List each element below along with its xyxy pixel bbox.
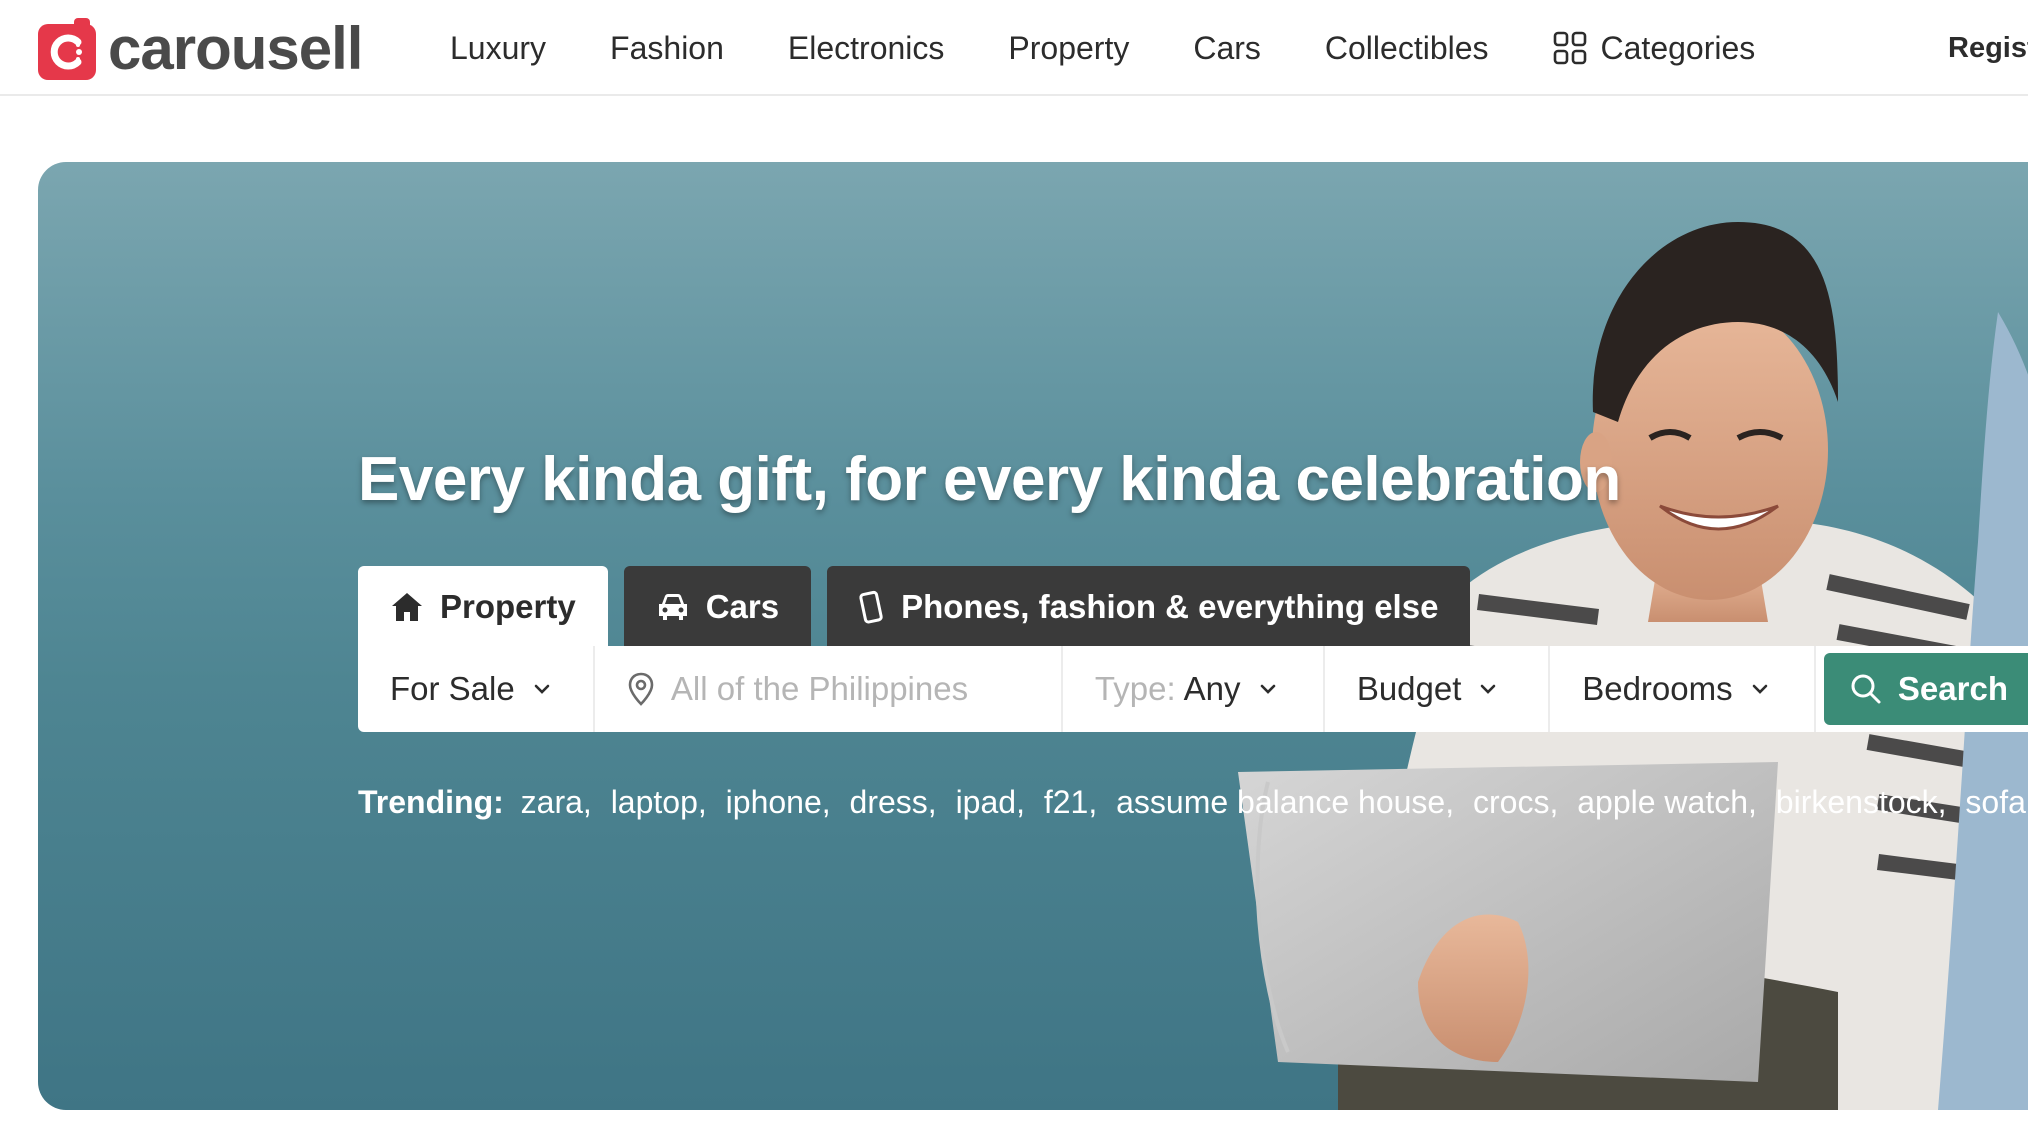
- hero-title: Every kinda gift, for every kinda celebr…: [358, 445, 1621, 514]
- grid-icon: [1553, 31, 1587, 65]
- trending-term[interactable]: crocs: [1473, 784, 1549, 820]
- tab-everything-else[interactable]: Phones, fashion & everything else: [827, 566, 1471, 648]
- trending-term[interactable]: iphone: [726, 784, 822, 820]
- site-header: carousell Luxury Fashion Electronics Pro…: [0, 0, 2028, 96]
- trending-term[interactable]: apple watch: [1577, 784, 1748, 820]
- search-icon: [1850, 673, 1882, 705]
- type-value: Any: [1183, 670, 1241, 707]
- bedrooms-dropdown[interactable]: Bedrooms: [1550, 646, 1816, 732]
- tab-cars[interactable]: Cars: [623, 566, 812, 648]
- budget-label: Budget: [1356, 670, 1462, 707]
- trending-searches: Trending: zara, laptop, iphone, dress, i…: [358, 784, 2028, 820]
- type-prefix: Type:: [1094, 670, 1176, 707]
- trending-term[interactable]: zara: [521, 784, 583, 820]
- nav-item-luxury[interactable]: Luxury: [450, 30, 546, 67]
- brand-wordmark: carousell: [108, 15, 363, 82]
- register-link[interactable]: Regist: [1948, 0, 2028, 96]
- nav-item-cars[interactable]: Cars: [1193, 30, 1261, 67]
- property-search-bar: For Sale Type: Any Budget Bedrooms: [358, 646, 2028, 732]
- phone-icon: [859, 590, 885, 624]
- location-input[interactable]: [668, 669, 1029, 709]
- chevron-down-icon: [1479, 683, 1497, 695]
- nav-item-property[interactable]: Property: [1008, 30, 1129, 67]
- chevron-down-icon: [1751, 683, 1769, 695]
- search-category-tabs: Property Cars Phones, fashion & everythi…: [358, 566, 1486, 648]
- chevron-down-icon: [1259, 683, 1277, 695]
- hero-banner: Every kinda gift, for every kinda celebr…: [38, 162, 2028, 1110]
- tab-property-label: Property: [440, 588, 576, 625]
- search-button-wrap: Search: [1816, 646, 2028, 732]
- trending-label: Trending:: [358, 784, 504, 820]
- categories-label: Categories: [1600, 29, 1756, 66]
- main-nav: Luxury Fashion Electronics Property Cars…: [450, 0, 1819, 96]
- nav-item-collectibles[interactable]: Collectibles: [1325, 30, 1489, 67]
- chevron-down-icon: [533, 683, 551, 695]
- location-field[interactable]: [595, 646, 1063, 732]
- trending-term[interactable]: laptop: [611, 784, 698, 820]
- trending-term[interactable]: f21: [1044, 784, 1088, 820]
- nav-item-categories[interactable]: Categories: [1553, 29, 1756, 67]
- location-pin-icon: [627, 672, 655, 706]
- listing-type-dropdown[interactable]: For Sale: [358, 646, 595, 732]
- carousell-logo[interactable]: carousell: [38, 15, 363, 82]
- trending-term[interactable]: birkenstock: [1776, 784, 1938, 820]
- listing-type-value: For Sale: [390, 670, 515, 707]
- trending-term[interactable]: sofa: [1965, 784, 2025, 820]
- house-icon: [390, 591, 424, 623]
- tab-everything-else-label: Phones, fashion & everything else: [901, 588, 1439, 625]
- search-button[interactable]: Search: [1823, 653, 2028, 725]
- tab-cars-label: Cars: [705, 588, 780, 625]
- tab-property[interactable]: Property: [358, 566, 608, 648]
- carousell-logo-icon: [38, 18, 98, 80]
- search-button-label: Search: [1897, 670, 2008, 707]
- trending-term[interactable]: dress: [850, 784, 928, 820]
- bedrooms-label: Bedrooms: [1582, 670, 1733, 707]
- nav-item-electronics[interactable]: Electronics: [788, 30, 945, 67]
- trending-term[interactable]: assume balance house: [1116, 784, 1445, 820]
- trending-term[interactable]: ipad: [956, 784, 1017, 820]
- property-type-dropdown[interactable]: Type: Any: [1063, 646, 1325, 732]
- car-icon: [656, 592, 690, 622]
- nav-item-fashion[interactable]: Fashion: [610, 30, 724, 67]
- budget-dropdown[interactable]: Budget: [1325, 646, 1551, 732]
